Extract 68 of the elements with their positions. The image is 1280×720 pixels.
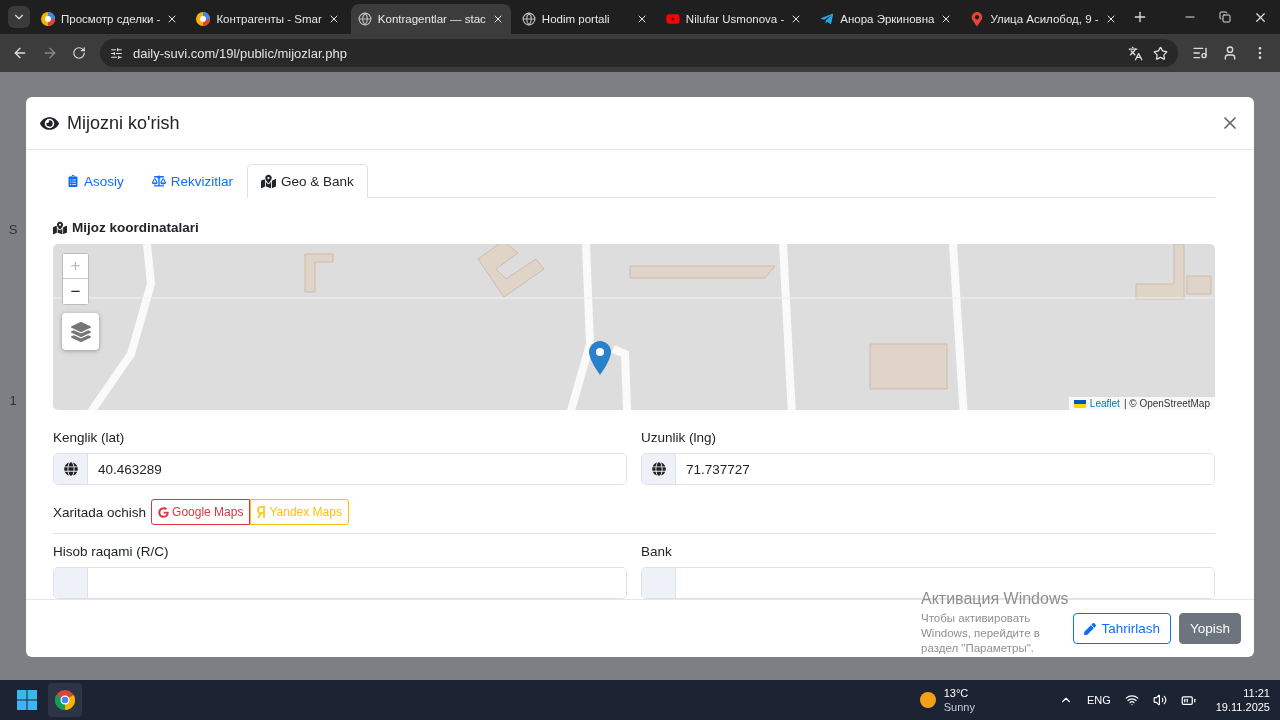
browser-tab[interactable]: Улица Асилобод, 9 - [963,4,1124,34]
restore-icon[interactable] [1219,11,1231,23]
back-icon[interactable] [12,45,28,61]
temperature-text: 13°C [943,687,969,699]
background-text: S [8,222,18,237]
g-logo-icon [158,506,170,518]
play-logo-icon [665,12,680,26]
browser-tab[interactable]: Анора Эркиновна [813,4,960,34]
wifi-icon[interactable] [1124,693,1139,707]
language-indicator[interactable]: ENG [1086,694,1111,706]
tab[interactable]: Geo & Bank [247,164,368,198]
background-text: 1 [9,393,17,408]
translate-icon[interactable] [1128,45,1143,61]
globe-icon [357,12,372,26]
browser-tab[interactable]: Просмотр сделки - [34,4,186,34]
globe-icon [651,462,666,476]
map-link-button[interactable]: Google Maps [151,499,251,525]
activation-text: Чтобы активировать Windows, перейдите в раздел "Параметры". [921,611,1041,656]
star-icon[interactable] [1153,45,1168,61]
map-icon [261,173,277,189]
map-view[interactable]: + − Leaflet | © OpenStreetMap [53,244,1215,410]
layers-icon [70,321,91,342]
flag-icon [1073,399,1086,408]
windows-logo-icon [17,690,37,710]
site-settings-icon[interactable] [110,46,123,60]
pencil-icon [1084,622,1097,635]
address-bar[interactable]: daily-suvi.com/19l/public/mijozlar.php [100,39,1178,67]
field-label: Uzunlik (lng) [641,430,718,445]
layers-button[interactable] [62,313,99,350]
taskbar-app-button[interactable] [48,683,82,717]
clock-time[interactable]: 11:21 [1243,687,1270,699]
section-title: Mijoz koordinatalari [72,220,199,235]
profile-icon[interactable] [1222,45,1238,61]
scale-icon [151,174,166,188]
ya-logo-icon [257,506,267,518]
activation-title: Активация Windows [921,590,1069,608]
tab-search-button[interactable] [8,6,30,28]
sun-icon [919,692,936,708]
field-label: Kenglik (lat) [53,430,126,445]
map-icon [53,220,67,235]
attribution-text: | © OpenStreetMap [1123,398,1210,409]
paper-plane-icon [820,12,835,26]
attribution-link[interactable]: Leaflet [1089,398,1120,409]
colorful-circle-icon [41,12,55,26]
url-text: daily-suvi.com/19l/public/mijozlar.php [133,45,348,61]
close-button[interactable]: Yopish [1178,613,1241,644]
browser-tab[interactable]: Kontragentlar — stac [350,4,511,34]
location-pin-icon [589,341,611,375]
browser-tab[interactable]: Nilufar Usmonova - [658,4,810,34]
clipboard-icon [67,175,79,187]
edit-button[interactable]: Tahrirlash [1073,613,1171,644]
clock-date[interactable]: 19.11.2025 [1215,701,1270,713]
browser-logo-icon [55,690,75,710]
forward-icon[interactable] [42,45,58,61]
media-icon[interactable] [1192,45,1208,61]
colorful-circle-icon [196,12,211,26]
field-label: Hisob raqami (R/C) [53,544,170,559]
globe-icon [521,12,536,26]
speaker-icon[interactable] [1152,693,1167,707]
map-pin-icon [970,12,985,26]
reload-icon[interactable] [72,46,86,60]
field-label: Bank [641,544,673,559]
globe-icon [63,462,78,476]
weather-text: Sunny [943,701,975,713]
browser-tab[interactable]: Hodim portali [514,4,655,34]
open-in-label: Xaritada ochish [53,504,147,520]
browser-tab[interactable]: Контрагенты - Smar [189,4,347,34]
modal-title: Mijozni ko'rish [67,112,181,134]
